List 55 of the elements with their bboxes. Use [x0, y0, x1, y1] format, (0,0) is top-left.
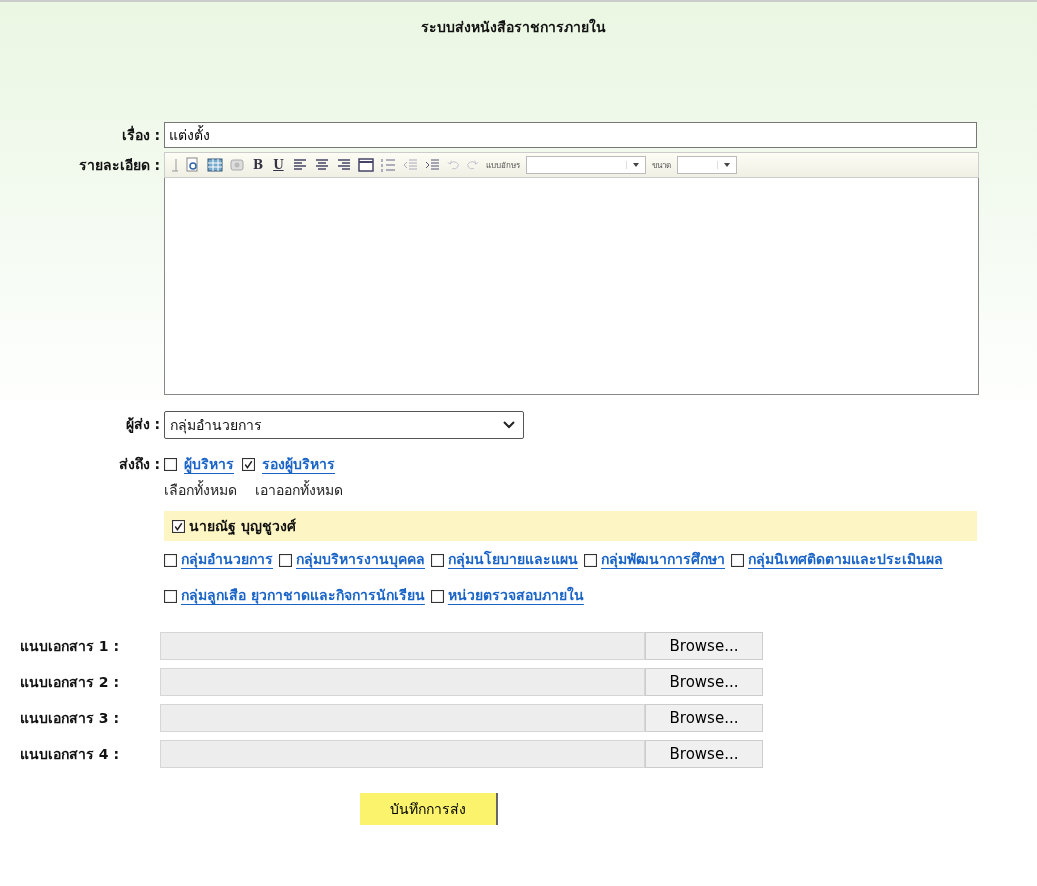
- recipient-link[interactable]: ผู้บริหาร: [184, 451, 234, 477]
- checkbox[interactable]: [279, 553, 292, 567]
- align-right-icon[interactable]: [335, 157, 352, 173]
- file-field[interactable]: [160, 740, 645, 768]
- underline-button[interactable]: U: [271, 158, 286, 172]
- browse-button[interactable]: Browse...: [645, 668, 763, 696]
- file-field[interactable]: [160, 632, 645, 660]
- chevron-down-icon: [503, 421, 515, 429]
- window-icon[interactable]: [357, 157, 374, 173]
- field-label: รายละเอียด :: [77, 156, 161, 175]
- checkbox[interactable]: [242, 457, 255, 471]
- indent-icon[interactable]: [423, 157, 440, 173]
- subject-field[interactable]: แต่งตั้ง: [164, 122, 977, 148]
- field-label: เรื่อง :: [120, 124, 161, 145]
- field-label: ผู้ส่ง :: [124, 415, 161, 435]
- size-label: ขนาด: [651, 159, 671, 172]
- checkbox[interactable]: [430, 589, 444, 603]
- checkbox[interactable]: [172, 519, 185, 533]
- preview-icon[interactable]: [185, 157, 201, 173]
- group-link[interactable]: กลุ่มพัฒนาการศึกษา: [601, 551, 725, 567]
- submit-button[interactable]: บันทึกการส่ง: [359, 793, 498, 825]
- field-label: ส่งถึง :: [117, 455, 161, 474]
- checkbox[interactable]: [164, 553, 177, 567]
- checkbox[interactable]: [731, 553, 744, 567]
- browse-button[interactable]: Browse...: [645, 740, 763, 768]
- select-all-link[interactable]: เลือกทั้งหมด: [164, 477, 237, 503]
- group-link[interactable]: กลุ่มอำนวยการ: [181, 551, 273, 567]
- checkbox[interactable]: [164, 457, 177, 471]
- checkbox[interactable]: [431, 553, 444, 567]
- group-link[interactable]: กลุ่มลูกเสือ ยุวกาชาดและกิจการนักเรียน: [181, 587, 425, 603]
- checkbox[interactable]: [164, 589, 177, 603]
- align-left-icon[interactable]: [291, 157, 308, 173]
- page-title: ระบบส่งหนังสือราชการภายใน: [420, 17, 607, 37]
- file-field[interactable]: [160, 704, 645, 732]
- attachment-label: แนบเอกสาร 3 :: [20, 709, 121, 728]
- group-link[interactable]: กลุ่มนิเทศติดตามและประเมินผล: [748, 551, 943, 567]
- browse-button[interactable]: Browse...: [645, 704, 763, 732]
- font-label: แบบอักษร: [485, 159, 520, 172]
- sender-dropdown[interactable]: กลุ่มอำนวยการ: [164, 411, 524, 439]
- deselect-all-link[interactable]: เอาออกทั้งหมด: [255, 477, 343, 503]
- browse-button[interactable]: Browse...: [645, 632, 763, 660]
- group-link[interactable]: หน่วยตรวจสอบภายใน: [447, 587, 584, 603]
- attachment-label: แนบเอกสาร 4 :: [20, 745, 121, 764]
- align-center-icon[interactable]: [313, 157, 330, 173]
- bold-button[interactable]: B: [251, 158, 266, 172]
- grip-icon: [171, 157, 179, 173]
- person-name: นายณัฐ บุญชูวงศ์: [189, 517, 296, 537]
- group-link[interactable]: กลุ่มนโยบายและแผน: [448, 551, 578, 567]
- group-link[interactable]: กลุ่มบริหารงานบุคคล: [296, 551, 425, 567]
- recipient-link[interactable]: รองผู้บริหาร: [262, 451, 335, 477]
- checkbox[interactable]: [584, 553, 597, 567]
- table-icon[interactable]: [207, 157, 223, 173]
- attachment-label: แนบเอกสาร 1 :: [20, 637, 121, 656]
- file-field[interactable]: [160, 668, 645, 696]
- attachment-label: แนบเอกสาร 2 :: [20, 673, 121, 692]
